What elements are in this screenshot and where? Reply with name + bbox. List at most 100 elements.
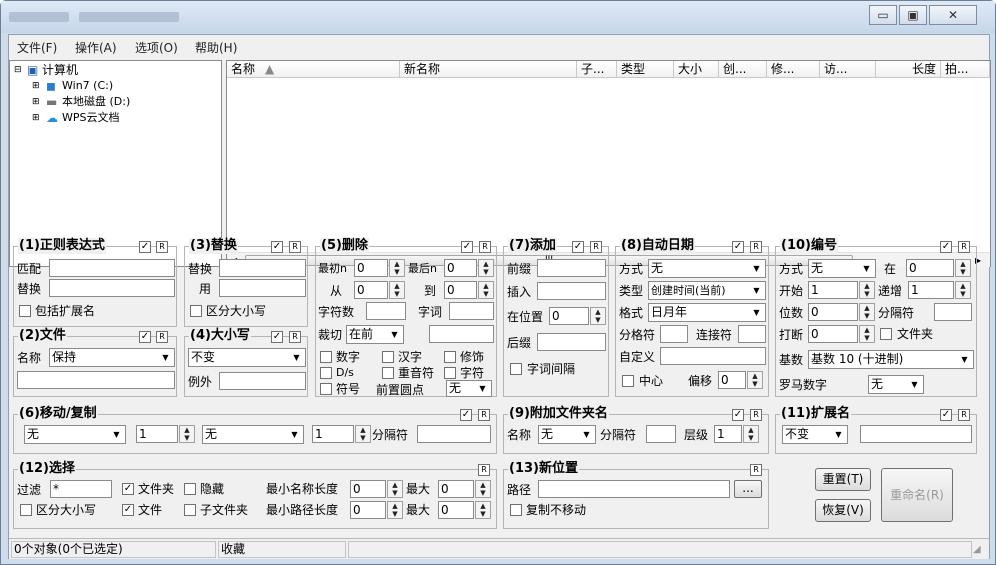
offset-input[interactable]: 0 [718,371,746,389]
number-sep-input[interactable] [934,303,972,321]
subfolders-checkbox[interactable] [184,504,196,516]
reset-button[interactable]: R [958,409,970,421]
reset-button[interactable]: R [750,241,762,253]
add-enable-checkbox[interactable]: ✓ [572,241,584,253]
col-created[interactable]: 创... [719,61,767,78]
spinner[interactable]: ▲ ▼ [387,501,403,519]
prefix-input[interactable] [537,259,606,277]
minimize-button[interactable]: ▭ [869,5,897,25]
replace-enable-checkbox[interactable]: ✓ [271,241,283,253]
reset-button[interactable]: R [479,241,491,253]
reset-button[interactable]: R [289,331,301,343]
date-custom-input[interactable] [660,347,766,365]
chars-input[interactable] [366,302,406,320]
move-select-b[interactable]: 无 ▼ [202,425,304,444]
min-path-input[interactable]: 0 [350,501,386,519]
ext-select[interactable]: 不变 ▼ [782,425,848,444]
col-taken[interactable]: 拍... [941,61,990,78]
center-checkbox[interactable] [622,375,634,387]
spinner[interactable]: ▲ ▼ [478,281,494,299]
name-select[interactable]: 保持 ▼ [49,348,175,367]
spinner[interactable]: ▲ ▼ [955,281,971,299]
date-mode-select[interactable]: 无 ▼ [648,259,766,278]
tree-item-win7[interactable]: Win7 (C:) [62,79,113,93]
roman-select[interactable]: 无 ▼ [868,375,924,394]
replace-input[interactable] [49,279,175,297]
number-increment-input[interactable]: 1 [908,281,954,299]
expand-icon[interactable]: ⊞ [32,79,40,93]
resize-grip-icon[interactable]: ◢ [973,543,981,557]
reset-button[interactable]: R [478,409,490,421]
spinner[interactable]: ▲ ▼ [478,259,494,277]
menu-help[interactable]: 帮助(H) [195,39,237,56]
status-favorites[interactable]: 收藏 [218,541,346,558]
regex-enable-checkbox[interactable]: ✓ [139,241,151,253]
at-position-input[interactable]: 0 [549,307,589,325]
foldername-select[interactable]: 无 ▼ [538,425,596,444]
delete-enable-checkbox[interactable]: ✓ [461,241,473,253]
restore-button[interactable]: 恢复(V) [815,499,871,522]
reset-button[interactable]: R [750,409,762,421]
move-select-a[interactable]: 无 ▼ [24,425,126,444]
spinner[interactable]: ▲ ▼ [355,425,371,443]
collapse-icon[interactable]: ⊟ [14,63,22,77]
expand-icon[interactable]: ⊞ [32,95,40,109]
browse-button[interactable]: ... [734,480,762,498]
number-at-input[interactable]: 0 [906,259,954,277]
reset-button[interactable]: R [156,241,168,253]
spinner[interactable]: ▲ ▼ [475,480,491,498]
reset-button[interactable]: R [750,464,762,476]
suffix-input[interactable] [537,333,606,351]
date-conn-input[interactable] [738,325,766,343]
spinner[interactable]: ▲ ▼ [747,371,763,389]
modifier-checkbox[interactable] [444,351,456,363]
file-list[interactable]: 名称 ▲ 新名称 子... 类型 大小 创... 修... 访... 长度 拍..… [226,60,991,267]
ext-enable-checkbox[interactable]: ✓ [940,409,952,421]
ds-checkbox[interactable] [320,367,332,379]
case-sensitive-checkbox[interactable] [190,305,202,317]
select-files-checkbox[interactable]: ✓ [122,504,134,516]
spinner[interactable]: ▲ ▼ [387,480,403,498]
from-input[interactable]: 0 [354,281,388,299]
hidden-checkbox[interactable] [184,483,196,495]
chars-checkbox[interactable] [444,367,456,379]
case-select[interactable]: 不变 ▼ [188,348,306,367]
words-input[interactable] [449,302,494,320]
match-input[interactable] [49,259,175,277]
replace-with-input[interactable] [219,279,306,297]
crop-select[interactable]: 在前 ▼ [346,325,404,344]
expand-icon[interactable]: ⊞ [32,111,40,125]
last-n-input[interactable]: 0 [444,259,477,277]
min-name-input[interactable]: 0 [350,480,386,498]
spinner[interactable]: ▲ ▼ [859,281,875,299]
word-space-checkbox[interactable] [510,363,522,375]
number-start-input[interactable]: 1 [808,281,858,299]
accent-checkbox[interactable] [382,367,394,379]
include-ext-checkbox[interactable] [19,305,31,317]
col-newname[interactable]: 新名称 [400,61,577,78]
number-base-select[interactable]: 基数 10 (十进制) ▼ [808,350,974,369]
spinner[interactable]: ▲ ▼ [859,325,875,343]
menu-action[interactable]: 操作(A) [75,39,117,56]
replace-from-input[interactable] [219,259,306,277]
foldername-sep-input[interactable] [646,425,676,443]
tree-item-local-disk[interactable]: 本地磁盘 (D:) [62,95,130,109]
menu-file[interactable]: 文件(F) [17,39,57,56]
foldername-level-input[interactable]: 1 [714,425,742,443]
move-count-a[interactable]: 1 [136,425,178,443]
reset-button[interactable]: R [478,464,490,476]
rename-button[interactable]: 重命名(R) [881,468,953,522]
lead-dot-select[interactable]: 无 ▼ [446,380,492,397]
copy-not-move-checkbox[interactable] [510,504,522,516]
number-mode-select[interactable]: 无 ▼ [808,259,876,278]
date-sep-input[interactable] [660,325,688,343]
col-name[interactable]: 名称 ▲ [227,61,400,78]
spinner[interactable]: ▲ ▼ [590,307,606,325]
reset-button[interactable]: R [958,241,970,253]
col-modified[interactable]: 修... [767,61,820,78]
case-except-input[interactable] [219,372,306,390]
maximize-button[interactable]: ▣ [899,5,927,25]
reset-button[interactable]: R [156,331,168,343]
col-sub[interactable]: 子... [577,61,617,78]
spinner[interactable]: ▲ ▼ [389,259,405,277]
